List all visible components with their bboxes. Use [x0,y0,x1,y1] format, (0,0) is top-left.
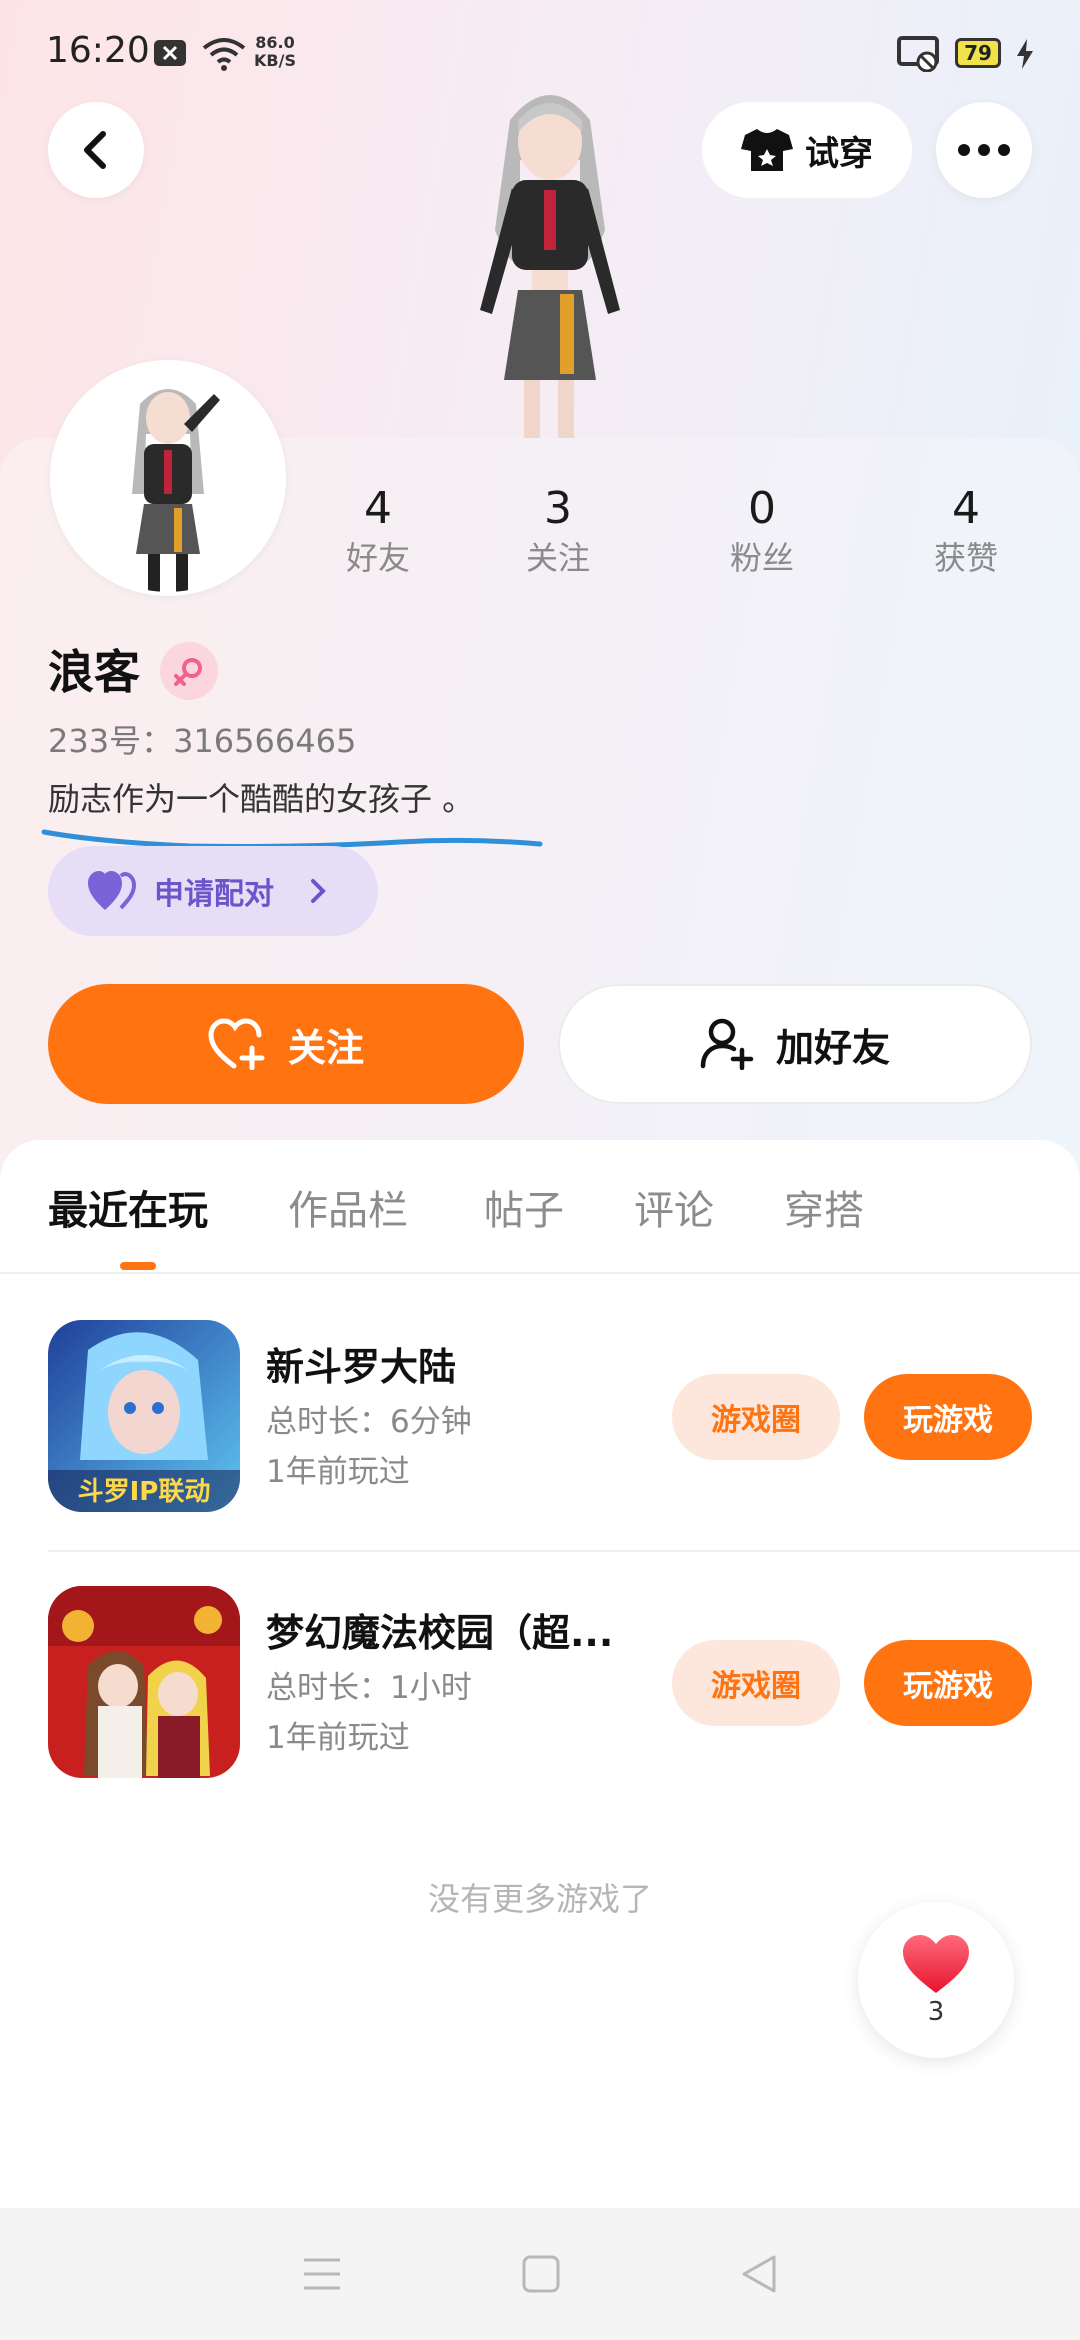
tab-comments[interactable]: 评论 [634,1178,714,1236]
game-duration: 总时长：6分钟 [266,1404,472,1440]
back-button[interactable] [48,102,144,198]
request-pair-button[interactable]: 申请配对 [48,846,378,936]
system-navigation-bar [0,2208,1080,2340]
stat-label: 好友 [345,539,410,577]
home-icon[interactable] [522,2255,560,2293]
add-friend-label: 加好友 [775,1025,890,1070]
add-user-icon [700,1018,754,1070]
heart-plus-icon [208,1018,265,1070]
like-count: 3 [927,1997,945,2027]
chevron-right-icon [311,879,326,903]
tab-active-indicator [120,1262,156,1270]
user-id: 233号：316566465 [48,722,357,760]
list-divider [48,1550,1080,1552]
stat-following[interactable]: 3 关注 [478,482,638,580]
status-time: 16:20 [46,30,150,71]
chevron-left-icon [84,131,106,169]
back-triangle-icon[interactable] [740,2254,778,2294]
tab-divider [0,1272,1080,1274]
game-circle-button[interactable]: 游戏圈 [672,1640,840,1726]
stat-label: 获赞 [933,539,998,577]
request-pair-label: 申请配对 [154,877,274,912]
tab-recently-played[interactable]: 最近在玩 [48,1178,208,1236]
charging-icon [1014,38,1036,70]
avatar-character-image [440,80,660,440]
shirt-icon [741,129,793,171]
tab-posts[interactable]: 帖子 [484,1178,564,1236]
stat-label: 粉丝 [729,539,794,577]
tab-outfits[interactable]: 穿搭 [784,1178,864,1236]
game-title: 梦幻魔法校园（超... [266,1611,614,1655]
stat-value: 4 [952,483,980,534]
menu-icon[interactable] [302,2256,342,2292]
stat-value: 3 [544,483,572,534]
follow-button[interactable]: 关注 [48,984,524,1104]
game-circle-button[interactable]: 游戏圈 [672,1374,840,1460]
stat-fans[interactable]: 0 粉丝 [682,482,842,580]
double-heart-icon [88,871,137,910]
play-game-button[interactable]: 玩游戏 [864,1374,1032,1460]
play-game-button[interactable]: 玩游戏 [864,1640,1032,1726]
notification-icon [152,38,188,68]
follow-label: 关注 [287,1025,364,1070]
network-speed: 86.0 KB/S [254,34,296,70]
female-gender-icon [160,642,218,700]
stat-friends[interactable]: 4 好友 [298,482,458,580]
like-floating-button[interactable]: 3 [858,1902,1014,2058]
more-button[interactable] [936,102,1032,198]
game-last-played: 1年前玩过 [266,1720,410,1756]
battery-icon: 79 [955,38,1001,68]
game-icon-caption: 斗罗IP联动 [78,1477,211,1507]
game-icon[interactable] [48,1586,240,1778]
profile-name: 浪客 [48,645,140,699]
game-list-item[interactable]: 梦幻魔法校园（超... 总时长：1小时 1年前玩过 游戏圈 玩游戏 [0,1586,1080,1786]
stat-value: 4 [364,483,392,534]
speed-unit: KB/S [254,51,296,70]
screen-cast-icon [896,36,942,72]
heart-icon [903,1935,969,1993]
tab-works[interactable]: 作品栏 [288,1178,408,1236]
stat-label: 关注 [525,539,590,577]
game-icon[interactable]: 斗罗IP联动 [48,1320,240,1512]
stat-value: 0 [748,483,776,534]
game-list-item[interactable]: 斗罗IP联动 新斗罗大陆 总时长：6分钟 1年前玩过 游戏圈 玩游戏 [0,1320,1080,1520]
stat-likes[interactable]: 4 获赞 [886,482,1046,580]
add-friend-button[interactable]: 加好友 [558,984,1032,1104]
wifi-icon [200,34,248,74]
avatar[interactable] [50,360,286,596]
more-dots-icon [958,144,1010,156]
game-title: 新斗罗大陆 [266,1345,457,1389]
game-duration: 总时长：1小时 [266,1670,472,1706]
try-on-button[interactable]: 试穿 [702,102,912,198]
try-on-label: 试穿 [805,133,873,174]
speed-value: 86.0 [255,33,295,52]
game-last-played: 1年前玩过 [266,1454,410,1490]
